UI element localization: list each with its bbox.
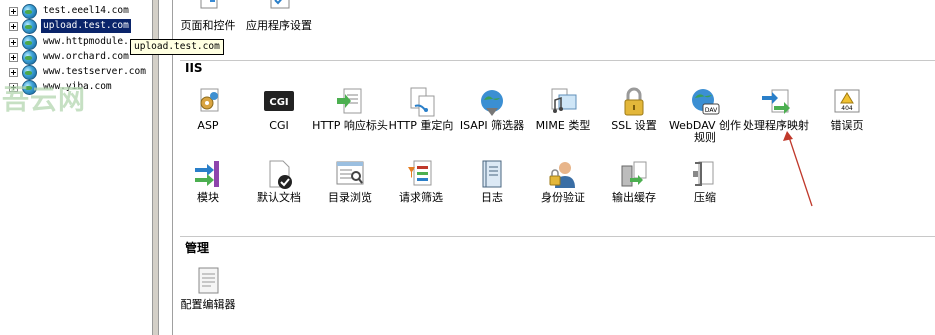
tree-item-label[interactable]: www.orchard.com: [41, 50, 131, 64]
authentication-icon: [547, 158, 579, 190]
feature-label: 错误页: [830, 119, 864, 132]
expand-icon[interactable]: [9, 22, 18, 31]
feature-error-pages[interactable]: 404 错误页: [809, 86, 885, 132]
handler-mappings-icon: [760, 86, 792, 118]
feature-asp[interactable]: ASP: [170, 86, 246, 132]
feature-config-editor[interactable]: 配置编辑器: [170, 265, 246, 311]
feature-output-caching[interactable]: 输出缓存: [596, 158, 672, 204]
feature-request-filtering[interactable]: 请求筛选: [383, 158, 459, 204]
watermark: 吾云网: [2, 85, 86, 116]
feature-label: 默认文档: [257, 191, 301, 204]
feature-modules[interactable]: 模块: [170, 158, 246, 204]
section-title-iis: IIS: [185, 61, 203, 75]
feature-label: 请求筛选: [399, 191, 443, 204]
feature-webdav[interactable]: DAV WebDAV 创作规则: [667, 86, 743, 144]
feature-label: 目录浏览: [328, 191, 372, 204]
section-divider: [180, 60, 935, 61]
http-response-headers-icon: [334, 86, 366, 118]
feature-directory-browsing[interactable]: 目录浏览: [312, 158, 388, 204]
error-pages-icon: 404: [831, 86, 863, 118]
feature-label: 输出缓存: [612, 191, 656, 204]
annotation-arrow: [783, 131, 813, 207]
feature-authentication[interactable]: 身份验证: [525, 158, 601, 204]
feature-label: WebDAV 创作规则: [668, 119, 742, 144]
feature-label: ASP: [197, 119, 219, 132]
feature-cgi[interactable]: CGI CGI: [241, 86, 317, 132]
feature-http-redirect[interactable]: HTTP 重定向: [383, 86, 459, 132]
asp-icon: [192, 86, 224, 118]
section-divider: [180, 236, 935, 237]
feature-app-settings[interactable]: 应用程序设置: [241, 0, 317, 32]
feature-logging[interactable]: 日志: [454, 158, 530, 204]
tree-item-label[interactable]: www.httpmodule.: [41, 35, 131, 49]
globe-icon: [22, 50, 37, 65]
isapi-filters-icon: [476, 86, 508, 118]
expand-icon[interactable]: [9, 53, 18, 62]
default-document-icon: [263, 158, 295, 190]
globe-icon: [22, 4, 37, 19]
feature-label: 配置编辑器: [180, 298, 236, 311]
feature-label: 模块: [197, 191, 219, 204]
feature-handler-mappings[interactable]: 处理程序映射: [738, 86, 814, 132]
feature-label: 日志: [481, 191, 503, 204]
feature-label: 压缩: [694, 191, 716, 204]
page-controls-icon: [192, 0, 224, 18]
modules-icon: [192, 158, 224, 190]
feature-label: SSL 设置: [611, 119, 657, 132]
expand-icon[interactable]: [9, 38, 18, 47]
feature-label: HTTP 响应标头: [312, 119, 388, 132]
feature-label: CGI: [269, 119, 289, 132]
svg-text:DAV: DAV: [705, 107, 718, 114]
expand-icon[interactable]: [9, 7, 18, 16]
globe-icon: [22, 35, 37, 50]
http-redirect-icon: [405, 86, 437, 118]
cgi-icon: CGI: [263, 86, 295, 118]
tooltip: upload.test.com: [130, 39, 224, 55]
svg-text:404: 404: [841, 105, 853, 112]
feature-label: 页面和控件: [180, 19, 236, 32]
feature-compression[interactable]: 压缩: [667, 158, 743, 204]
globe-icon: [22, 19, 37, 34]
feature-mime-types[interactable]: MIME 类型: [525, 86, 601, 132]
feature-http-response-headers[interactable]: HTTP 响应标头: [312, 86, 388, 132]
tree-item[interactable]: upload.test.com: [0, 19, 152, 34]
feature-label: 身份验证: [541, 191, 585, 204]
tree-item[interactable]: test.eeel14.com: [0, 4, 152, 19]
feature-label: 应用程序设置: [246, 19, 312, 32]
svg-text:CGI: CGI: [269, 97, 288, 108]
feature-label: HTTP 重定向: [388, 119, 454, 132]
tree-item-label[interactable]: upload.test.com: [41, 19, 131, 33]
directory-browsing-icon: [334, 158, 366, 190]
expand-icon[interactable]: [9, 68, 18, 77]
webdav-icon: DAV: [689, 86, 721, 118]
feature-label: ISAPI 筛选器: [459, 119, 525, 132]
ssl-lock-icon: [618, 86, 650, 118]
request-filtering-icon: [405, 158, 437, 190]
mime-types-icon: [547, 86, 579, 118]
feature-default-document[interactable]: 默认文档: [241, 158, 317, 204]
config-editor-icon: [192, 265, 224, 297]
app-settings-icon: [263, 0, 295, 18]
logging-icon: [476, 158, 508, 190]
tree-item-label[interactable]: www.testserver.com: [41, 65, 148, 79]
feature-ssl-settings[interactable]: SSL 设置: [596, 86, 672, 132]
feature-label: MIME 类型: [535, 119, 591, 132]
section-title-manage: 管理: [185, 241, 210, 255]
compression-icon: [689, 158, 721, 190]
tree-item-label[interactable]: test.eeel14.com: [41, 4, 131, 18]
feature-page-controls[interactable]: 页面和控件: [170, 0, 246, 32]
feature-isapi-filters[interactable]: ISAPI 筛选器: [454, 86, 530, 132]
output-caching-icon: [618, 158, 650, 190]
